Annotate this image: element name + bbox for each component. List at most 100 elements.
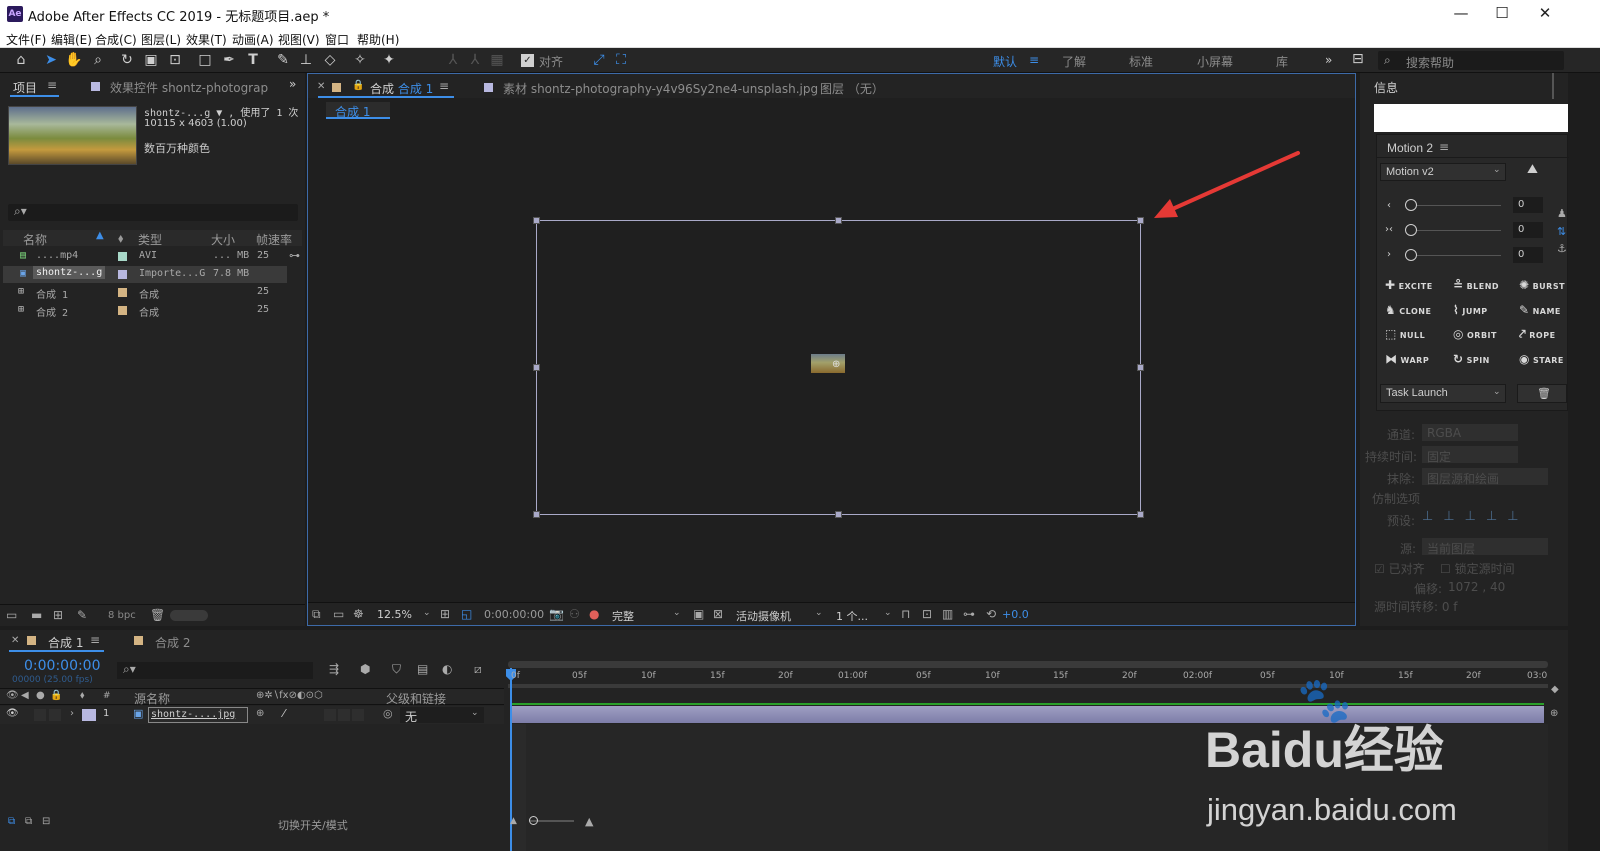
column-name[interactable]: 名称 (23, 231, 47, 248)
eraser-tool-icon[interactable]: ◇ (321, 51, 339, 69)
snap-edge-icon[interactable]: ⤢ (590, 51, 608, 69)
project-menu-icon[interactable]: ≡ (47, 78, 57, 92)
jump-button[interactable]: ⌇ JUMP (1453, 303, 1488, 317)
slider-track[interactable] (1415, 230, 1501, 231)
pick-whip-icon[interactable]: ◎ (383, 707, 393, 720)
lock-icon[interactable]: 🔒 (352, 80, 364, 91)
transform-handle-bottom-right[interactable] (1137, 511, 1144, 518)
toggle-switches-modes-button[interactable]: 切换开关/模式 (278, 817, 348, 833)
puppet-pin-tool-icon[interactable]: ✦ (380, 51, 398, 69)
close-tab-icon[interactable]: ✕ (11, 635, 19, 646)
motion-blur-icon[interactable]: ◐ (442, 662, 452, 676)
slider-thumb[interactable] (1405, 224, 1417, 236)
menu-effect[interactable]: 效果(T) (186, 31, 227, 48)
excite-button[interactable]: ✚ EXCITE (1385, 278, 1433, 292)
views-dropdown[interactable]: 1 个... (836, 608, 868, 624)
tab-timeline-comp1[interactable]: 合成 1 (48, 634, 83, 651)
menu-layer[interactable]: 图层(L) (141, 31, 181, 48)
menu-window[interactable]: 窗口 (325, 31, 349, 48)
axis-world-icon[interactable]: ⅄ (466, 51, 484, 69)
transparency-grid-icon[interactable]: ⊠ (713, 607, 723, 621)
info-panel-title[interactable]: 信息 (1374, 79, 1398, 96)
workspace-default[interactable]: 默认 (993, 53, 1017, 70)
camera-dropdown[interactable]: 活动摄像机 (736, 608, 791, 624)
aligned-checkbox[interactable]: ☑ 已对齐 (1374, 560, 1425, 577)
comp-button-icon[interactable]: ⊕ (1550, 708, 1558, 719)
task-launch-dropdown[interactable]: Task Launch ⌄ (1380, 384, 1506, 403)
project-item-row[interactable]: ⊞ 合成 1 合成 25 (3, 284, 287, 301)
composition-mini-flowchart-icon[interactable]: ⇶ (329, 662, 339, 676)
warp-button[interactable]: ⧓ WARP (1385, 352, 1429, 366)
menu-composition[interactable]: 合成(C) (95, 31, 137, 48)
draft-3d-icon[interactable]: ⬢ (360, 662, 370, 676)
interpret-footage-icon[interactable]: ▭ (6, 608, 17, 622)
color-channels-icon[interactable]: ● (589, 607, 599, 621)
always-preview-icon[interactable]: ⧉ (312, 607, 321, 622)
orbit-button[interactable]: ◎ ORBIT (1453, 327, 1497, 341)
pan-behind-tool-icon[interactable]: ⊡ (166, 51, 184, 69)
minimize-button[interactable]: — (1446, 4, 1476, 24)
chevron-down-icon[interactable]: ⌄ (815, 608, 823, 618)
toggle-pixel-aspect-icon[interactable]: ⊓ (901, 607, 910, 621)
work-area-bar[interactable] (508, 661, 1548, 668)
burst-button[interactable]: ✺ BURST (1519, 278, 1565, 292)
exposure-value[interactable]: +0.0 (1002, 608, 1029, 621)
transform-handle-bottom-left[interactable] (533, 511, 540, 518)
chevron-down-icon[interactable]: ⌄ (884, 608, 892, 618)
switch-toggle[interactable] (338, 709, 350, 721)
frame-blending-icon[interactable]: ▤ (417, 662, 428, 676)
close-window-button[interactable]: ✕ (1530, 4, 1560, 24)
pin-icon[interactable]: ♟ (1557, 207, 1567, 220)
column-size[interactable]: 大小 (211, 231, 235, 248)
slider-value-field[interactable]: 0 (1513, 197, 1543, 213)
asset-name[interactable]: shontz-...g ▼ , 使用了 1 次 (144, 104, 298, 119)
project-item-row[interactable]: ⊞ 合成 2 合成 25 (3, 302, 287, 319)
zoom-slider-thumb[interactable] (529, 816, 538, 825)
tab-project[interactable]: 项目 (13, 79, 37, 96)
lock-toggle[interactable] (49, 709, 61, 721)
motion-version-dropdown[interactable]: Motion v2 ⌄ (1380, 163, 1506, 181)
layer-name-field[interactable]: shontz-....jpg (148, 707, 248, 723)
label-color-swatch[interactable] (118, 306, 127, 315)
bit-depth-button[interactable]: 8 bpc (108, 610, 136, 621)
workspace-small-screen[interactable]: 小屏幕 (1197, 53, 1233, 70)
menu-help[interactable]: 帮助(H) (357, 31, 399, 48)
tab-footage[interactable]: 素材 shontz-photography-y4v96Sy2ne4-unspla… (503, 80, 818, 97)
snapshot-camera-icon[interactable]: 📷 (549, 607, 564, 621)
zoom-tool-icon[interactable]: ⌕ (89, 51, 107, 69)
label-color-swatch[interactable] (118, 270, 127, 279)
label-color-swatch[interactable] (118, 252, 127, 261)
menu-file[interactable]: 文件(F) (6, 31, 46, 48)
solo-icon[interactable]: ● (36, 690, 45, 701)
clone-preset-icons[interactable]: ⊥⊥⊥⊥⊥ (1422, 509, 1529, 524)
lock-icon[interactable]: 🔒 (50, 690, 62, 701)
slider-track[interactable] (1415, 255, 1501, 256)
type-tool-icon[interactable]: T (244, 51, 262, 69)
channel-dropdown[interactable]: RGBA (1422, 424, 1518, 441)
layer-row[interactable]: 👁 › 1 ▣ shontz-....jpg ⊕ ⁄ ◎ 无 ⌄ (0, 706, 504, 724)
rectangle-tool-icon[interactable]: □ (196, 51, 214, 69)
column-framerate[interactable]: 帧速率 (256, 231, 292, 248)
zoom-in-icon[interactable]: ◆ (1551, 684, 1559, 695)
project-item-row[interactable]: ▤ ....mp4 AVI ... MB 25 (3, 248, 287, 265)
transform-handle-top[interactable] (835, 217, 842, 224)
link-icon[interactable]: ⇅ (1557, 225, 1566, 238)
graph-editor-icon[interactable]: ⧄ (474, 662, 482, 677)
chevron-down-icon[interactable]: ⌄ (423, 608, 431, 618)
layer-switches-icon[interactable]: ⧉ (8, 816, 15, 827)
flowchart-icon[interactable]: ⊶ (289, 249, 300, 262)
monitor-icon[interactable]: ▭ (333, 607, 344, 621)
transfer-controls-icon[interactable]: ⧉ (25, 816, 32, 827)
transform-handle-right[interactable] (1137, 364, 1144, 371)
brush-tool-icon[interactable]: ✎ (274, 51, 292, 69)
more-workspaces-icon[interactable]: » (1325, 53, 1332, 67)
fast-previews-icon[interactable]: ⊡ (922, 607, 932, 621)
switch-toggle[interactable] (324, 709, 336, 721)
zoom-dropdown[interactable]: 12.5% (377, 608, 412, 621)
slider-value-field[interactable]: 0 (1513, 247, 1543, 263)
workspace-libraries[interactable]: 库 (1276, 53, 1288, 70)
timeline-current-time[interactable]: 0:00:00:00 (24, 658, 101, 674)
show-snapshot-icon[interactable]: ⚇ (569, 607, 580, 621)
expand-layer-icon[interactable]: › (70, 708, 74, 719)
duration-dropdown[interactable]: 固定 (1422, 446, 1518, 464)
